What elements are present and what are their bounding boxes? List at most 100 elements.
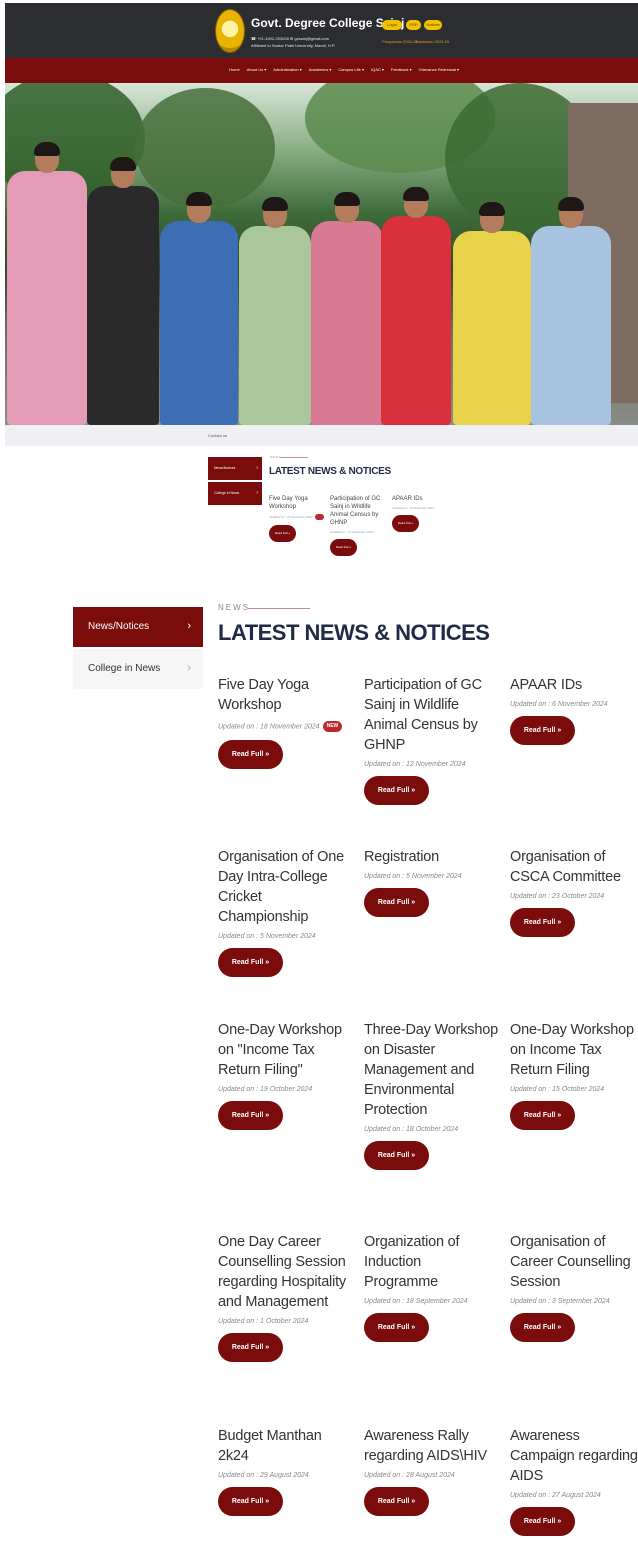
read-full-button[interactable]: Read Full » [510, 1101, 575, 1130]
mini-news-card: Five Day Yoga Workshop Updated on : 18 No… [269, 495, 329, 542]
read-full-button[interactable]: Read Full » [364, 1141, 429, 1170]
news-title[interactable]: One-Day Workshop on Income Tax Return Fi… [510, 1020, 638, 1080]
news-title[interactable]: Organisation of One Day Intra-College Cr… [218, 847, 352, 927]
news-title[interactable]: Five Day Yoga Workshop [218, 675, 352, 715]
mini-news-date-text: Updated on : 18 November 2024 [269, 514, 313, 519]
nav-item[interactable]: IQAC ▾ [371, 67, 384, 72]
mini-tab-college-in-news[interactable]: College in News › [208, 482, 262, 505]
news-date-text: Updated on : 23 October 2024 [510, 893, 605, 900]
hero-person [160, 192, 238, 425]
news-card: One-Day Workshop on "Income Tax Return F… [218, 1020, 352, 1130]
nav-item[interactable]: Academics ▾ [309, 67, 332, 72]
read-full-button[interactable]: Read Full » [218, 1101, 283, 1130]
read-full-button[interactable]: Read Full » [218, 1487, 283, 1516]
mini-news-date: Updated on : 6 November 2024 [392, 506, 452, 510]
news-card: Awareness Rally regarding AIDS\HIV Update… [364, 1426, 498, 1516]
nav-item[interactable]: Home [229, 67, 240, 72]
tab-college-in-news[interactable]: College in News › [73, 649, 203, 689]
erp-button[interactable]: ERP [406, 20, 421, 30]
news-date-text: Updated on : 5 November 2024 [218, 933, 316, 940]
news-card: Organization of Induction Programme Updat… [364, 1232, 498, 1342]
news-card: Three-Day Workshop on Disaster Managemen… [364, 1020, 498, 1170]
affiliation-line: Affiliated to Sardar Patel University, M… [251, 43, 336, 48]
chevron-right-icon: › [256, 490, 258, 496]
news-title[interactable]: Organization of Induction Programme [364, 1232, 498, 1292]
news-card: One-Day Workshop on Income Tax Return Fi… [510, 1020, 638, 1130]
news-title[interactable]: APAAR IDs [510, 675, 638, 695]
news-card: One Day Career Counselling Session regar… [218, 1232, 352, 1362]
read-full-button[interactable]: Read Full » [510, 716, 575, 745]
mini-read-full-button[interactable]: Read Full » [392, 515, 419, 532]
read-full-button[interactable]: Read Full » [364, 1487, 429, 1516]
mini-news-card: Participation of GC Sainj in Wildlife An… [330, 495, 390, 556]
college-logo[interactable] [215, 9, 245, 53]
mini-news-title[interactable]: Five Day Yoga Workshop [269, 495, 329, 511]
hero-person [531, 197, 611, 425]
read-full-button[interactable]: Read Full » [364, 1313, 429, 1342]
read-full-button[interactable]: Read Full » [510, 1507, 575, 1536]
news-title[interactable]: Awareness Campaign regarding AIDS [510, 1426, 638, 1486]
prospectus-link[interactable]: Prospectus 2024-25 [382, 39, 418, 44]
news-card: Participation of GC Sainj in Wildlife An… [364, 675, 498, 805]
admission-link[interactable]: Admission 2024-25 [415, 39, 449, 44]
read-full-button[interactable]: Read Full » [218, 948, 283, 977]
chevron-right-icon: › [187, 662, 191, 674]
read-full-button[interactable]: Read Full » [364, 888, 429, 917]
news-date-text: Updated on : 18 September 2024 [364, 1298, 468, 1305]
mini-news-title[interactable]: Participation of GC Sainj in Wildlife An… [330, 495, 390, 527]
mini-news-title[interactable]: APAAR IDs [392, 495, 452, 503]
news-date-text: Updated on : 15 October 2024 [510, 1086, 605, 1093]
chevron-right-icon: › [256, 465, 258, 471]
mini-news-date: Updated on : 18 November 2024 [269, 514, 329, 520]
site-contact-info: ☎ +91-1902-293028 ✉ gcsainj@gmail.com Af… [251, 35, 335, 49]
hero-group-photo [5, 83, 638, 425]
news-title[interactable]: Organisation of CSCA Committee [510, 847, 638, 887]
read-full-button[interactable]: Read Full » [364, 776, 429, 805]
new-badge-icon [314, 514, 324, 520]
read-full-button[interactable]: Read Full » [218, 1333, 283, 1362]
news-card: Organisation of Career Counselling Sessi… [510, 1232, 638, 1342]
news-date: Updated on : 27 August 2024 [510, 1492, 638, 1499]
login-button[interactable]: Login [382, 20, 402, 30]
news-date-text: Updated on : 3 September 2024 [510, 1298, 610, 1305]
hero-person [381, 187, 451, 425]
news-title[interactable]: Budget Manthan 2k24 [218, 1426, 352, 1466]
news-date: Updated on : 29 August 2024 [218, 1472, 352, 1479]
notices-button[interactable]: Notices [424, 20, 442, 30]
news-title[interactable]: Awareness Rally regarding AIDS\HIV [364, 1426, 498, 1466]
tab-news-notices[interactable]: News/Notices › [73, 607, 203, 647]
news-title[interactable]: Three-Day Workshop on Disaster Managemen… [364, 1020, 498, 1120]
hero-person [311, 192, 383, 425]
news-title[interactable]: One-Day Workshop on "Income Tax Return F… [218, 1020, 352, 1080]
read-full-button[interactable]: Read Full » [218, 740, 283, 769]
news-card: Awareness Campaign regarding AIDS Updated… [510, 1426, 638, 1536]
nav-item[interactable]: Grievance Redressal ▾ [419, 67, 459, 72]
contact-line: ☎ +91-1902-293028 ✉ gcsainj@gmail.com [251, 36, 330, 41]
news-title[interactable]: Organisation of Career Counselling Sessi… [510, 1232, 638, 1292]
nav-item[interactable]: Administration ▾ [273, 67, 301, 72]
nav-item[interactable]: About Us ▾ [247, 67, 267, 72]
news-title[interactable]: One Day Career Counselling Session regar… [218, 1232, 352, 1312]
news-title[interactable]: Registration [364, 847, 498, 867]
news-date-text: Updated on : 19 October 2024 [218, 1086, 313, 1093]
news-date-text: Updated on : 6 November 2024 [510, 701, 608, 708]
mini-read-full-button[interactable]: Read Full » [330, 539, 357, 556]
news-date: Updated on : 15 October 2024 [510, 1086, 638, 1093]
read-full-button[interactable]: Read Full » [510, 908, 575, 937]
tab-label: News/Notices [88, 621, 150, 632]
nav-item[interactable]: Campus Life ▾ [338, 67, 364, 72]
mini-tab-label: News/Notices [214, 466, 236, 470]
nav-item[interactable]: Feedback ▾ [391, 67, 412, 72]
news-date: Updated on : 18 October 2024 [364, 1126, 498, 1133]
breadcrumb[interactable]: Contact us [208, 433, 227, 438]
news-card: Organisation of One Day Intra-College Cr… [218, 847, 352, 977]
mini-tab-news-notices[interactable]: News/Notices › [208, 457, 262, 480]
news-date: Updated on : 6 November 2024 [510, 701, 638, 708]
news-date-text: Updated on : 18 October 2024 [364, 1126, 459, 1133]
mini-tab-label: College in News [214, 491, 240, 495]
mini-read-full-button[interactable]: Read Full » [269, 525, 296, 542]
read-full-button[interactable]: Read Full » [510, 1313, 575, 1342]
news-date: Updated on : 28 August 2024 [364, 1472, 498, 1479]
news-title[interactable]: Participation of GC Sainj in Wildlife An… [364, 675, 498, 755]
news-date-text: Updated on : 18 November 2024 [218, 723, 320, 731]
